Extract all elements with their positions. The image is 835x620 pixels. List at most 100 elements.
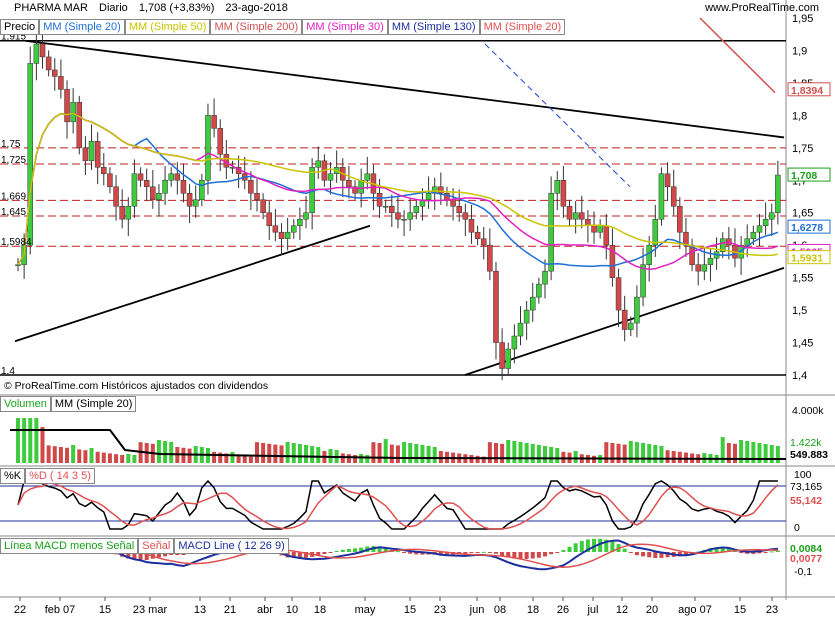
macd-histogram-bar <box>628 552 633 553</box>
volume-bar <box>475 455 480 463</box>
macd-histogram-bar <box>561 550 566 552</box>
price-tick-label: 1,55 <box>792 273 813 285</box>
candle <box>327 173 334 181</box>
candle <box>634 296 640 324</box>
descending-trendline <box>24 39 785 139</box>
candle <box>101 167 107 175</box>
macd-histogram-bar <box>530 552 535 559</box>
candle <box>205 115 211 181</box>
volume-bar <box>248 456 253 463</box>
candle <box>407 212 413 220</box>
candle <box>358 180 364 194</box>
macd-histogram-bar <box>549 552 554 555</box>
volume-legend-item: MM (Simple 20) <box>50 396 137 412</box>
candle <box>591 225 597 233</box>
price-legend-item: MM (Simple 200) <box>210 19 303 35</box>
price-tag: 1,6278 <box>791 222 823 234</box>
macd-histogram-bar <box>487 552 492 553</box>
candle <box>291 225 297 233</box>
x-tick-label: 10 <box>286 604 298 616</box>
volume-bar <box>28 418 33 463</box>
price-tick-label: 1,9 <box>792 45 807 57</box>
volume-bar <box>506 440 511 463</box>
price-level-label: 1,725 <box>1 155 26 166</box>
volume-bar <box>659 446 664 463</box>
volume-bar <box>353 455 358 463</box>
candle <box>284 231 291 239</box>
x-tick-label: 22 <box>14 604 26 616</box>
x-tick-label: jun <box>469 604 485 616</box>
volume-bar <box>340 453 345 463</box>
volume-bar <box>46 445 51 463</box>
candle <box>395 212 401 220</box>
volume-bar <box>543 446 548 463</box>
volume-bar <box>561 451 566 463</box>
chart-date: 23-ago-2018 <box>225 2 288 14</box>
candle <box>468 218 475 233</box>
candle <box>480 238 487 246</box>
volume-bar <box>500 443 505 463</box>
x-tick-label: 12 <box>616 604 628 616</box>
volume-bar <box>107 453 112 463</box>
volume-bar <box>132 455 137 463</box>
macd-histogram-bar <box>340 549 345 552</box>
candle <box>45 56 52 71</box>
volume-bar <box>120 455 125 463</box>
candle <box>695 264 701 272</box>
volume-bar <box>34 418 39 463</box>
volume-bar <box>126 454 131 463</box>
macd-histogram-bar <box>543 552 548 557</box>
candle <box>677 205 683 233</box>
volume-bar <box>83 450 88 463</box>
candle <box>217 128 223 155</box>
candle <box>438 186 444 194</box>
x-tick-label: 08 <box>494 604 506 616</box>
volume-bar <box>359 454 364 463</box>
macd-histogram-bar <box>353 548 358 552</box>
candle <box>566 205 573 220</box>
candle <box>450 199 456 207</box>
volume-bar <box>156 440 161 463</box>
volume-bar <box>512 441 517 463</box>
macd-histogram-bar <box>500 552 505 556</box>
ma200-line <box>699 17 776 94</box>
volume-tag: 549.883 <box>790 449 828 461</box>
volume-bar <box>604 442 609 463</box>
macd-histogram-bar <box>493 552 498 554</box>
macd-histogram-bar <box>763 552 768 553</box>
volume-bar <box>493 443 498 463</box>
candle <box>315 160 322 168</box>
candle <box>597 225 603 233</box>
candle <box>156 193 162 200</box>
candle <box>499 342 505 369</box>
volume-bar <box>530 444 535 463</box>
volume-bar <box>365 455 370 463</box>
macd-legend-item: Línea MACD menos Señal <box>0 538 139 554</box>
price-tag: 1,708 <box>791 170 817 182</box>
candle <box>474 231 481 239</box>
x-tick-label: jul <box>586 604 598 616</box>
candle <box>260 199 266 213</box>
candle <box>168 173 174 181</box>
price-legend-item: MM (Simple 20) <box>39 19 125 35</box>
candle <box>603 225 610 246</box>
macd-histogram-bar <box>469 552 474 553</box>
volume-bar <box>65 447 70 463</box>
volume-bar <box>622 444 627 463</box>
candle <box>523 309 530 324</box>
volume-bar <box>114 454 119 463</box>
volume-bar <box>408 443 413 463</box>
candle <box>493 270 499 343</box>
candle <box>125 205 132 220</box>
volume-bar <box>775 446 780 463</box>
x-tick-label: 21 <box>224 604 236 616</box>
candle <box>517 322 524 337</box>
candle <box>413 205 420 213</box>
candle <box>174 173 181 181</box>
price-level-label: 1,75 <box>1 139 21 150</box>
candle <box>39 43 46 58</box>
macd-histogram-bar <box>579 540 584 552</box>
volume-bar <box>377 443 382 463</box>
price-legend: Precio MM (Simple 20) MM (Simple 50) MM (Si… <box>0 19 566 35</box>
stochastic-legend: %K %D ( 14 3 5) <box>0 468 95 484</box>
